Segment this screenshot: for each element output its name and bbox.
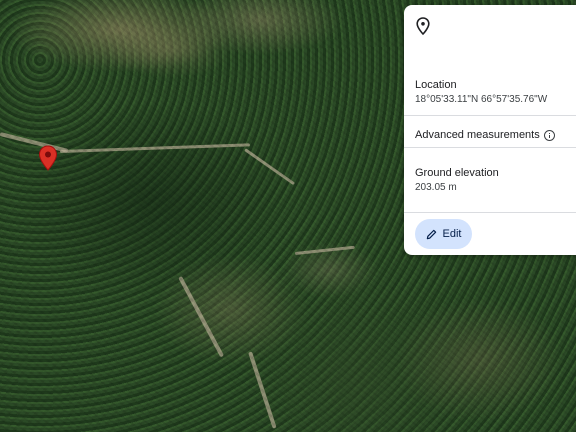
map-pin-icon[interactable]: [38, 145, 58, 171]
edit-button[interactable]: Edit: [415, 219, 472, 249]
divider: [404, 212, 576, 213]
pencil-icon: [426, 229, 436, 239]
road: [59, 143, 250, 153]
info-panel: Location 18°05'33.11"N 66°57'35.76"W Adv…: [404, 5, 576, 255]
road: [294, 245, 355, 255]
edit-button-label: Edit: [442, 228, 462, 240]
road: [244, 148, 296, 186]
location-value: 18°05'33.11"N 66°57'35.76"W: [415, 94, 548, 105]
place-pin-icon: [416, 17, 430, 35]
advanced-measurements-label: Advanced measurements: [415, 129, 540, 141]
road: [0, 132, 69, 153]
road: [248, 351, 277, 429]
road: [178, 276, 225, 358]
advanced-measurements-row[interactable]: Advanced measurements: [415, 129, 555, 141]
divider: [404, 115, 576, 116]
ground-elevation-label: Ground elevation: [415, 167, 499, 179]
location-label: Location: [415, 79, 457, 91]
ground-elevation-value: 203.05 m: [415, 182, 457, 193]
info-icon[interactable]: [543, 129, 555, 141]
divider: [404, 147, 576, 148]
